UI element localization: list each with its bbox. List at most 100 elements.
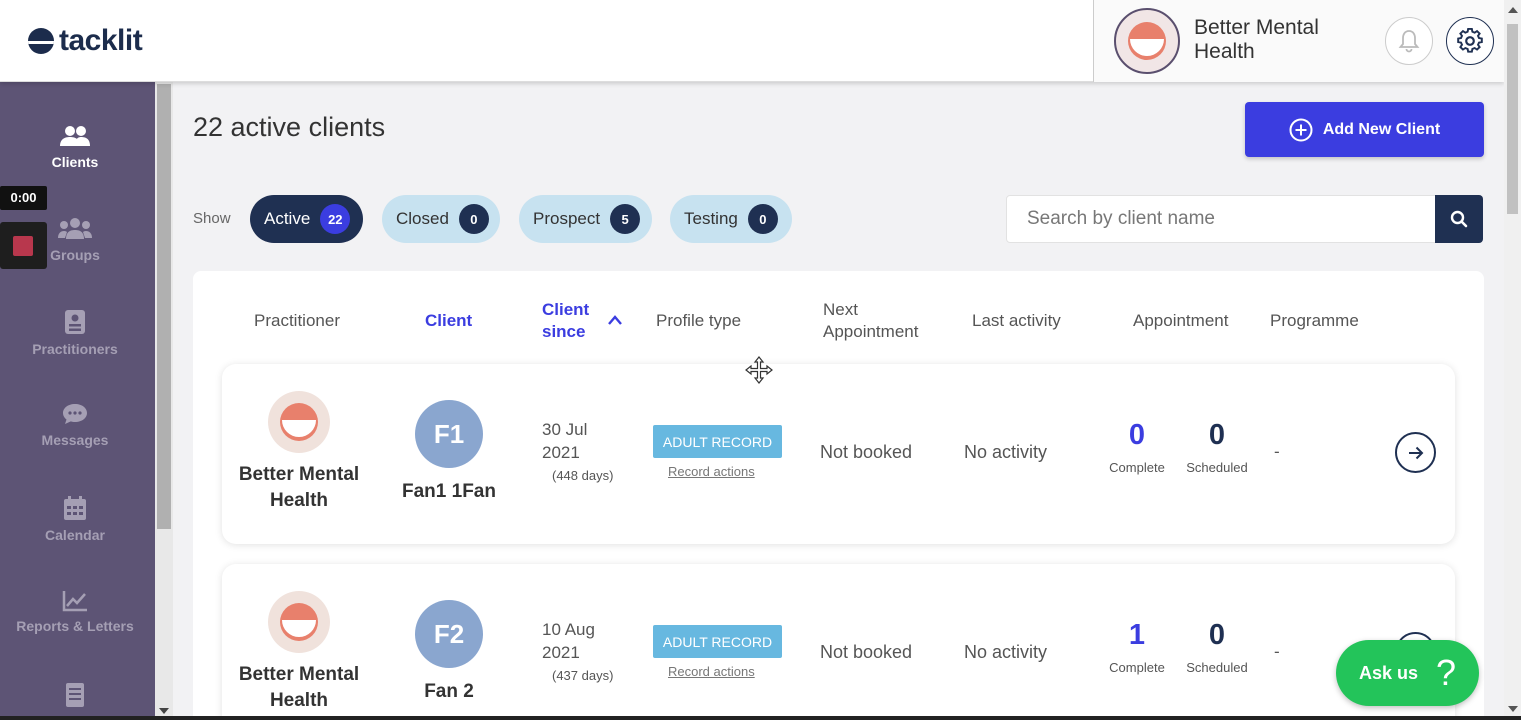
sidebar-item-clients[interactable]: Clients xyxy=(0,124,150,170)
header-client-since-line2: since xyxy=(542,322,586,341)
notifications-button[interactable] xyxy=(1385,17,1433,65)
sidebar-scroll-thumb[interactable] xyxy=(157,84,171,529)
client-since-days: (437 days) xyxy=(552,668,614,683)
header-profile-type[interactable]: Profile type xyxy=(656,310,741,332)
header-next-appointment-line1: Next xyxy=(823,300,858,319)
next-appointment: Not booked xyxy=(820,442,913,462)
filter-active[interactable]: Active 22 xyxy=(250,195,363,243)
sidebar-item-messages[interactable]: Messages xyxy=(0,402,150,448)
document-icon xyxy=(66,683,84,707)
sidebar-item-label: Groups xyxy=(50,247,100,263)
practitioner-avatar xyxy=(268,591,330,653)
client-since-days: (448 days) xyxy=(552,468,614,483)
practitioner-avatar xyxy=(268,391,330,453)
stop-recording-button[interactable] xyxy=(0,222,47,269)
complete-count: 1 xyxy=(1128,619,1146,651)
client-search xyxy=(1006,195,1483,243)
filter-testing[interactable]: Testing 0 xyxy=(670,195,792,243)
practitioner-name: Better Mental Health xyxy=(238,464,360,511)
scheduled-count: 0 xyxy=(1208,419,1226,451)
open-client-button[interactable] xyxy=(1395,432,1436,473)
bottom-edge xyxy=(0,716,1521,720)
client-since-day-month: 10 Aug xyxy=(542,620,595,639)
sidebar-item-reports[interactable]: Reports & Letters xyxy=(0,590,150,634)
table-row[interactable]: Better Mental Health F1 Fan1 1Fan 30 Jul… xyxy=(222,364,1455,544)
sidebar: Clients Groups Practitioners Messages Ca… xyxy=(0,82,155,720)
client-name[interactable]: Fan1 1Fan xyxy=(379,481,519,503)
ask-us-label: Ask us xyxy=(1359,662,1419,683)
header-client-since[interactable]: Client since xyxy=(542,299,589,343)
sidebar-item-label: Practitioners xyxy=(32,341,118,357)
page-scroll-thumb[interactable] xyxy=(1507,24,1518,214)
logo-mark-icon xyxy=(28,28,54,54)
search-input[interactable] xyxy=(1007,196,1435,242)
scroll-up-arrow-icon[interactable] xyxy=(1508,7,1518,13)
ask-us-help-button[interactable]: Ask us ? xyxy=(1336,640,1479,706)
scheduled-label: Scheduled xyxy=(1186,460,1248,475)
logo-text: tacklit xyxy=(59,24,143,57)
app-header: tacklit Better Mental Health xyxy=(0,0,1504,82)
filter-closed[interactable]: Closed 0 xyxy=(382,195,500,243)
sidebar-item-practitioners[interactable]: Practitioners xyxy=(0,309,150,357)
complete-label: Complete xyxy=(1109,460,1165,475)
id-badge-icon xyxy=(65,310,85,334)
client-since-date: 10 Aug 2021 xyxy=(542,618,622,664)
question-mark-icon: ? xyxy=(1436,652,1457,693)
header-appointment[interactable]: Appointment xyxy=(1133,310,1228,332)
chart-line-icon xyxy=(62,591,87,612)
table-row[interactable]: Better Mental Health F2 Fan 2 10 Aug 202… xyxy=(222,564,1455,720)
profile-type-badge: ADULT RECORD xyxy=(653,425,782,458)
user-profile-box[interactable]: Better Mental Health xyxy=(1093,0,1504,82)
sidebar-item-more[interactable] xyxy=(0,682,150,714)
programme-value: - xyxy=(1274,442,1280,461)
avatar-face-icon xyxy=(1128,22,1166,60)
filter-count-badge: 0 xyxy=(458,204,489,234)
move-cursor-icon xyxy=(745,356,773,384)
filter-label: Closed xyxy=(396,209,449,228)
scroll-down-arrow-icon[interactable] xyxy=(1508,706,1518,712)
sidebar-item-label: Reports & Letters xyxy=(16,618,134,634)
complete-count: 0 xyxy=(1128,419,1146,451)
sidebar-scrollbar[interactable] xyxy=(155,82,173,720)
filter-prospect[interactable]: Prospect 5 xyxy=(519,195,652,243)
arrow-right-icon xyxy=(1408,446,1423,459)
header-last-activity[interactable]: Last activity xyxy=(972,310,1061,332)
scroll-down-arrow-icon[interactable] xyxy=(159,708,169,714)
client-since-date: 30 Jul 2021 xyxy=(542,418,622,464)
search-button[interactable] xyxy=(1435,195,1483,243)
filter-label: Active xyxy=(264,209,311,228)
client-name[interactable]: Fan 2 xyxy=(379,681,519,703)
header-next-appointment[interactable]: Next Appointment xyxy=(823,299,918,343)
chat-bubble-icon xyxy=(63,404,87,424)
sidebar-item-label: Clients xyxy=(51,154,99,170)
add-new-client-label: Add New Client xyxy=(1322,120,1441,138)
header-programme[interactable]: Programme xyxy=(1270,310,1359,332)
header-client-since-line1: Client xyxy=(542,300,590,319)
group-icon xyxy=(58,218,92,239)
sort-ascending-icon[interactable] xyxy=(607,314,623,326)
show-label: Show xyxy=(193,210,231,227)
last-activity: No activity xyxy=(964,642,1048,662)
record-actions-link[interactable]: Record actions xyxy=(668,664,755,679)
client-since-year: 2021 xyxy=(542,443,580,462)
scheduled-count: 0 xyxy=(1208,619,1226,651)
sidebar-item-calendar[interactable]: Calendar xyxy=(0,495,150,543)
record-actions-link[interactable]: Record actions xyxy=(668,464,755,479)
last-activity: No activity xyxy=(964,442,1048,462)
user-avatar[interactable] xyxy=(1114,8,1180,74)
filter-count-badge: 5 xyxy=(610,204,641,234)
scheduled-label: Scheduled xyxy=(1186,660,1248,675)
tacklit-logo[interactable]: tacklit xyxy=(28,24,143,58)
header-client[interactable]: Client xyxy=(425,310,472,332)
header-practitioner[interactable]: Practitioner xyxy=(254,310,340,332)
sidebar-item-label: Calendar xyxy=(45,527,105,543)
header-next-appointment-line2: Appointment xyxy=(823,322,919,341)
calendar-icon xyxy=(64,496,86,520)
client-since-day-month: 30 Jul xyxy=(542,420,588,439)
page-scrollbar[interactable] xyxy=(1504,0,1521,720)
settings-button[interactable] xyxy=(1446,17,1494,65)
recording-timer: 0:00 xyxy=(0,186,47,210)
add-new-client-button[interactable]: Add New Client xyxy=(1245,102,1484,157)
filter-count-badge: 22 xyxy=(320,204,351,234)
programme-value: - xyxy=(1274,642,1280,661)
